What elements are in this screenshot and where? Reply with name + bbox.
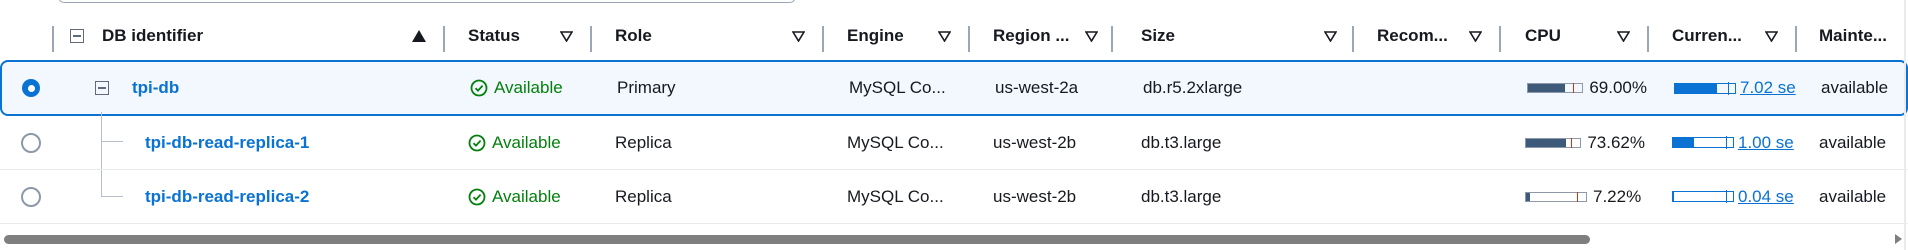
column-separator[interactable] — [1111, 26, 1113, 52]
column-separator — [52, 26, 54, 52]
scrollbar-thumb[interactable] — [4, 235, 1590, 244]
header-region[interactable]: Region ... — [993, 14, 1083, 58]
sort-triangle-icon[interactable] — [1324, 14, 1337, 58]
column-separator[interactable] — [443, 26, 445, 52]
activity-threshold-marker — [1725, 190, 1727, 203]
header-cpu[interactable]: CPU — [1525, 14, 1585, 58]
collapse-icon — [95, 81, 109, 95]
header-maintenance[interactable]: Mainte... — [1819, 14, 1904, 58]
row-radio-selected[interactable] — [22, 62, 44, 114]
region-cell: us-west-2b — [993, 132, 1077, 152]
sort-triangle-icon[interactable] — [1617, 14, 1630, 58]
column-separator[interactable] — [1352, 26, 1354, 52]
column-separator[interactable] — [1499, 26, 1501, 52]
status-badge: Available — [470, 62, 600, 114]
sort-triangle-icon[interactable] — [792, 14, 805, 58]
maintenance-cell: available — [1819, 132, 1887, 152]
radio-icon — [21, 186, 41, 207]
check-circle-icon — [470, 79, 488, 97]
current-activity-link[interactable]: 7.02 se — [1740, 78, 1796, 98]
cpu-threshold-marker — [1573, 83, 1575, 93]
cpu-cell: 7.22% — [1525, 170, 1645, 223]
role-cell: Replica — [615, 132, 672, 152]
cpu-threshold-marker — [1577, 191, 1578, 202]
sort-triangle-icon[interactable] — [560, 14, 573, 58]
table-row[interactable]: tpi-db-read-replica-2 Available Replica … — [0, 170, 1908, 224]
db-identifier-link[interactable]: tpi-db-read-replica-2 — [145, 170, 445, 223]
region-cell: us-west-2b — [993, 186, 1077, 206]
sort-ascending-icon[interactable] — [412, 14, 426, 58]
collapse-all-icon — [70, 29, 84, 43]
recommendations-cell — [1379, 62, 1494, 114]
region-cell: us-west-2a — [995, 78, 1079, 97]
db-identifier-link[interactable]: tpi-db-read-replica-1 — [145, 116, 445, 169]
current-activity-link[interactable]: 1.00 se — [1738, 133, 1794, 153]
size-cell: db.t3.large — [1141, 132, 1222, 152]
size-cell: db.r5.2xlarge — [1143, 78, 1243, 97]
role-cell: Replica — [615, 186, 672, 206]
cpu-usage-bar — [1527, 83, 1584, 93]
column-separator[interactable] — [1647, 26, 1649, 52]
status-badge: Available — [468, 170, 598, 223]
cpu-cell: 69.00% — [1527, 62, 1647, 114]
size-cell: db.t3.large — [1141, 186, 1222, 206]
engine-cell: MySQL Co... — [847, 186, 944, 206]
activity-threshold-marker — [1727, 81, 1729, 95]
cpu-usage-bar — [1525, 191, 1587, 202]
role-cell: Primary — [617, 78, 676, 97]
header-db-identifier[interactable]: DB identifier — [102, 14, 392, 58]
cpu-threshold-marker — [1571, 137, 1573, 148]
column-separator[interactable] — [1795, 26, 1797, 52]
current-activity-cell[interactable]: 1.00 se — [1672, 116, 1798, 169]
sort-triangle-icon[interactable] — [938, 14, 951, 58]
header-role[interactable]: Role — [615, 14, 695, 58]
status-badge: Available — [468, 116, 598, 169]
row-radio[interactable] — [21, 116, 43, 169]
engine-cell: MySQL Co... — [849, 78, 946, 97]
horizontal-scrollbar[interactable] — [0, 232, 1908, 250]
maintenance-cell: available — [1819, 186, 1887, 206]
header-current-activity[interactable]: Curren... — [1672, 14, 1762, 58]
column-separator[interactable] — [968, 26, 970, 52]
header-recommendations[interactable]: Recom... — [1377, 14, 1457, 58]
maintenance-cell: available — [1821, 78, 1889, 97]
activity-bar — [1672, 190, 1734, 203]
current-activity-cell[interactable]: 0.04 se — [1672, 170, 1798, 223]
table-row[interactable]: tpi-db-read-replica-1 Available Replica … — [0, 116, 1908, 170]
table-header: DB identifier Status Role Engine Region … — [0, 14, 1908, 58]
sort-triangle-icon[interactable] — [1765, 14, 1778, 58]
radio-selected-icon — [22, 79, 40, 97]
cpu-cell: 73.62% — [1525, 116, 1645, 169]
collapse-all-button[interactable] — [70, 14, 90, 58]
row-radio[interactable] — [21, 170, 43, 223]
db-identifier-link[interactable]: tpi-db — [132, 62, 432, 114]
sort-triangle-icon[interactable] — [1469, 14, 1482, 58]
table-right-edge — [1904, 0, 1906, 250]
column-separator[interactable] — [822, 26, 824, 52]
header-status[interactable]: Status — [468, 14, 548, 58]
header-size[interactable]: Size — [1141, 14, 1221, 58]
current-activity-cell[interactable]: 7.02 se — [1674, 62, 1800, 114]
header-engine[interactable]: Engine — [847, 14, 927, 58]
activity-bar — [1672, 136, 1734, 149]
scroll-right-arrow-icon[interactable] — [1895, 234, 1902, 244]
recommendations-cell — [1377, 116, 1492, 169]
activity-bar — [1674, 81, 1736, 95]
search-box-edge — [58, 0, 796, 3]
table-row[interactable]: tpi-db Available Primary MySQL Co... us-… — [0, 60, 1908, 116]
row-collapse-button[interactable] — [95, 62, 113, 114]
check-circle-icon — [468, 188, 486, 205]
radio-icon — [21, 132, 41, 153]
activity-threshold-marker — [1725, 136, 1727, 149]
check-circle-icon — [468, 134, 486, 151]
current-activity-link[interactable]: 0.04 se — [1738, 187, 1794, 207]
cpu-usage-bar — [1525, 137, 1582, 148]
column-separator[interactable] — [590, 26, 592, 52]
recommendations-cell — [1377, 170, 1492, 223]
engine-cell: MySQL Co... — [847, 132, 944, 152]
sort-triangle-icon[interactable] — [1085, 14, 1098, 58]
